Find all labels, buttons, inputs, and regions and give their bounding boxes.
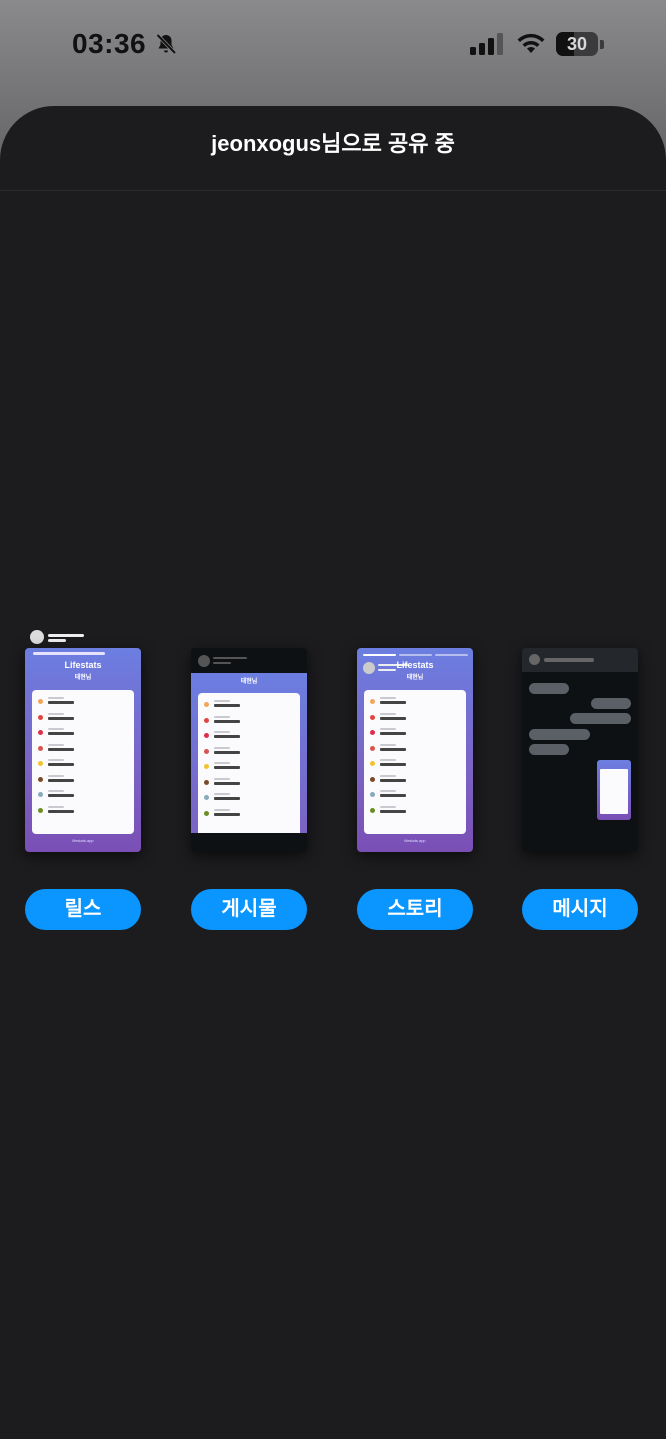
post-user-bar	[213, 657, 247, 659]
story-preview[interactable]: Lifestats 태현님 lifestats.app	[357, 648, 473, 852]
preview-user: 태현님	[406, 675, 424, 681]
preview-user: 태현님	[74, 675, 92, 681]
post-avatar	[198, 655, 210, 667]
stats-card	[198, 693, 300, 833]
sheet-header: jeonxogus님으로 공유 중	[0, 106, 666, 191]
stats-card	[32, 690, 134, 834]
reels-user-bar-2	[48, 639, 66, 642]
reels-user-bar	[48, 634, 84, 637]
message-button[interactable]: 메시지	[522, 889, 638, 930]
cellular-signal-icon	[470, 33, 503, 55]
battery-tip	[600, 40, 604, 49]
post-user-bar-2	[213, 662, 231, 664]
chat-avatar	[529, 654, 540, 665]
sheet-title: jeonxogus님으로 공유 중	[211, 131, 455, 156]
post-image: 태현님	[191, 673, 307, 833]
story-progress-1	[363, 654, 396, 656]
wifi-icon	[517, 33, 545, 53]
chat-bubble-out-1	[591, 698, 631, 709]
chat-bubble-in-2	[529, 729, 590, 740]
post-button[interactable]: 게시물	[191, 889, 307, 930]
story-progress-3	[435, 654, 468, 656]
chat-bubble-out-2	[570, 713, 631, 724]
reels-progress	[33, 652, 105, 655]
post-preview[interactable]: 태현님	[191, 648, 307, 852]
preview-footer: lifestats.app	[404, 838, 426, 843]
status-time: 03:36	[72, 28, 147, 59]
reels-preview[interactable]: Lifestats 태현님 lifestats.app	[25, 648, 141, 852]
chat-shared-card	[597, 760, 631, 820]
stats-card	[364, 690, 466, 834]
story-progress-2	[399, 654, 432, 656]
chat-header	[522, 648, 638, 672]
message-preview[interactable]	[522, 648, 638, 852]
chat-bubble-in-3	[529, 744, 569, 755]
preview-user: 태현님	[240, 679, 258, 685]
reels-button[interactable]: 릴스	[25, 889, 141, 930]
battery-indicator: 30	[556, 32, 598, 56]
bell-slash-icon	[156, 33, 177, 55]
preview-title: Lifestats	[396, 660, 434, 670]
preview-footer: lifestats.app	[72, 838, 94, 843]
share-sheet: jeonxogus님으로 공유 중 Lifestats 태현님 lifestat…	[0, 106, 666, 1439]
story-button[interactable]: 스토리	[357, 889, 473, 930]
chat-name-bar	[544, 658, 594, 662]
reels-avatar	[30, 630, 44, 644]
chat-bubble-in-1	[529, 683, 569, 694]
status-bar: 03:36 30	[0, 0, 666, 92]
preview-title: Lifestats	[64, 660, 102, 670]
chat-shared-card-body	[600, 769, 628, 814]
